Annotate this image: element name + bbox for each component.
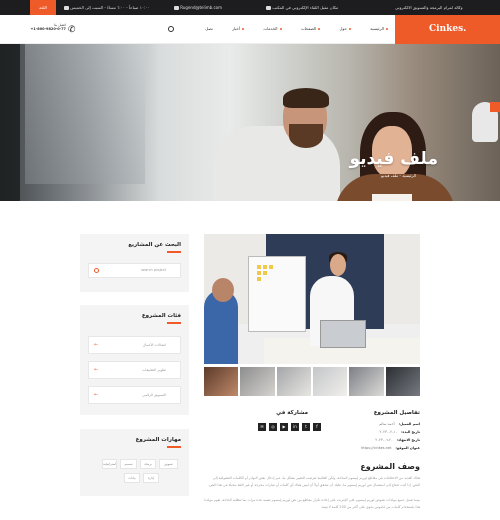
youtube-icon[interactable]: ▶ bbox=[280, 423, 288, 431]
skill-tag[interactable]: تسويق bbox=[159, 459, 178, 469]
email-text[interactable]: Rugend@telimb.com bbox=[172, 5, 222, 10]
image-attendee-head bbox=[212, 278, 234, 302]
thumbnail[interactable] bbox=[204, 367, 239, 396]
thumbnail[interactable] bbox=[385, 367, 420, 396]
sidebar-search-widget: البحث عن المشاريع search project bbox=[80, 234, 189, 292]
project-thumbnails bbox=[204, 367, 420, 396]
description-paragraph: بينما تعمل جميع مولدات نصوص لوريم إيبسوم… bbox=[204, 498, 420, 509]
top-bar: اللغة ١٠:٠٠ صباحاً - ٦:٠٠ مساءً - السبت … bbox=[0, 0, 500, 15]
detail-row: تاريخ البدء:١٠-٠٢-٢٠٢٣ bbox=[379, 430, 420, 434]
share-icons: ✉ ◎ ▶ in t f bbox=[258, 423, 321, 431]
partner-text: مكان مقبل اللقاء الإلكتروني في المكتب bbox=[264, 5, 338, 10]
nav-item-contact[interactable]: تصل bbox=[196, 26, 213, 31]
sidebar-skills-widget: مهارات المشروع استراتيجية تصميم برمجة تس… bbox=[80, 429, 189, 496]
search-input[interactable]: search project bbox=[88, 263, 181, 278]
nav-item-home[interactable]: الرئيسية bbox=[361, 26, 388, 31]
thumbnail[interactable] bbox=[276, 367, 311, 396]
location-icon bbox=[266, 6, 271, 10]
image-presenter-head bbox=[330, 254, 346, 276]
address-text: وكالة لمرام البرمجة والتسويق الالكتروني bbox=[395, 5, 463, 10]
skill-tag[interactable]: استراتيجية bbox=[102, 459, 117, 469]
linkedin-icon[interactable]: in bbox=[291, 423, 299, 431]
detail-row: تاريخ الانتهاء:٢٠-٠٦-٢٠٢٣ bbox=[375, 438, 420, 442]
widget-title: البحث عن المشاريع bbox=[128, 242, 181, 248]
hero-person-man-beard bbox=[289, 124, 323, 148]
instagram-icon[interactable]: ◎ bbox=[269, 423, 277, 431]
image-laptop bbox=[320, 320, 366, 348]
skill-tag[interactable]: إدارة bbox=[143, 473, 159, 483]
twitter-icon[interactable]: t bbox=[302, 423, 310, 431]
hero-person-woman-top bbox=[372, 194, 412, 201]
description-title: وصف المشروع bbox=[360, 462, 420, 471]
page-title: ملف فيديو bbox=[349, 149, 438, 169]
facebook-icon[interactable]: f bbox=[313, 423, 321, 431]
details-title: تفاصيل المشروع bbox=[373, 410, 420, 416]
sticky-note bbox=[257, 271, 261, 275]
nav-item-about[interactable]: حول bbox=[330, 26, 351, 31]
thumbnail[interactable] bbox=[312, 367, 348, 396]
mail-icon bbox=[174, 6, 179, 10]
chevron-down-icon bbox=[318, 28, 321, 30]
chevron-down-icon bbox=[279, 28, 282, 30]
title-underline bbox=[167, 446, 181, 448]
nav-item-news[interactable]: أخبار bbox=[223, 26, 245, 31]
share-title: مشاركة في bbox=[276, 410, 308, 416]
sticky-note bbox=[257, 265, 261, 269]
project-main-image bbox=[204, 234, 420, 364]
image-whiteboard bbox=[248, 256, 306, 332]
title-underline bbox=[167, 251, 181, 253]
phone-icon: ✆ bbox=[68, 25, 76, 35]
nav-item-pages[interactable]: الصفحات bbox=[292, 26, 321, 31]
skill-tag[interactable]: برمجة bbox=[140, 459, 156, 469]
language-button[interactable]: اللغة bbox=[30, 0, 56, 15]
arrow-left-icon: ← bbox=[94, 367, 99, 373]
detail-row: عنوان الموقع:https://cinkes.net bbox=[361, 446, 420, 450]
thumbnail[interactable] bbox=[240, 367, 275, 396]
thumbnail[interactable] bbox=[349, 367, 384, 396]
category-item[interactable]: ← اتصالات الأعمال bbox=[88, 336, 181, 354]
skill-tag[interactable]: تصميم bbox=[120, 459, 137, 469]
settings-toggle-button[interactable] bbox=[490, 102, 500, 112]
clock-icon bbox=[64, 6, 69, 10]
title-underline bbox=[167, 322, 181, 324]
main-header: Cinkes. الرئيسية حول الصفحات الخدمات أخب… bbox=[0, 15, 500, 44]
widget-title: فئات المشروع bbox=[141, 313, 181, 319]
details-list: اسم العميل:أحمد سالم تاريخ البدء:١٠-٠٢-٢… bbox=[340, 422, 420, 458]
email-icon[interactable]: ✉ bbox=[258, 423, 266, 431]
hours-text: ١٠:٠٠ صباحاً - ٦:٠٠ مساءً - السبت إلى ال… bbox=[62, 5, 150, 10]
hero-window bbox=[25, 44, 145, 184]
description-paragraph: هناك العديد من الاختلافات في مقاطع لوريم… bbox=[208, 476, 420, 487]
sidebar-categories-widget: فئات المشروع ← اتصالات الأعمال ← تطوير الت… bbox=[80, 305, 189, 415]
search-icon[interactable] bbox=[168, 26, 174, 32]
search-icon bbox=[94, 268, 99, 273]
chevron-down-icon bbox=[242, 28, 245, 30]
skill-tag[interactable]: بيانات bbox=[124, 473, 140, 483]
chevron-down-icon bbox=[348, 28, 351, 30]
sticky-note bbox=[263, 271, 267, 275]
arrow-left-icon: ← bbox=[94, 392, 99, 398]
category-item[interactable]: ← تطوير التطبيقات bbox=[88, 361, 181, 379]
sticky-note bbox=[269, 265, 273, 269]
sticky-note bbox=[263, 265, 267, 269]
hero-pillar bbox=[0, 44, 20, 201]
main-nav: الرئيسية حول الصفحات الخدمات أخبار تصل bbox=[187, 26, 388, 31]
nav-item-services[interactable]: الخدمات bbox=[254, 26, 282, 31]
logo[interactable]: Cinkes. bbox=[395, 15, 500, 44]
breadcrumb[interactable]: الرئيسية - ملف فيديو bbox=[381, 173, 416, 178]
sticky-note bbox=[257, 277, 261, 281]
hero-person-man-hair bbox=[283, 88, 329, 108]
arrow-left-icon: ← bbox=[94, 342, 99, 348]
hero-banner: ملف فيديو الرئيسية - ملف فيديو bbox=[0, 44, 500, 201]
phone-block[interactable]: اتصل بنا +1-800-9820-0-77 bbox=[28, 23, 66, 31]
widget-title: مهارات المشروع bbox=[135, 437, 181, 443]
category-item[interactable]: ← التسويق الرقمي bbox=[88, 386, 181, 404]
detail-row: اسم العميل:أحمد سالم bbox=[379, 422, 420, 426]
chevron-down-icon bbox=[386, 28, 388, 30]
phone-number[interactable]: +1-800-9820-0-77 bbox=[28, 27, 66, 31]
